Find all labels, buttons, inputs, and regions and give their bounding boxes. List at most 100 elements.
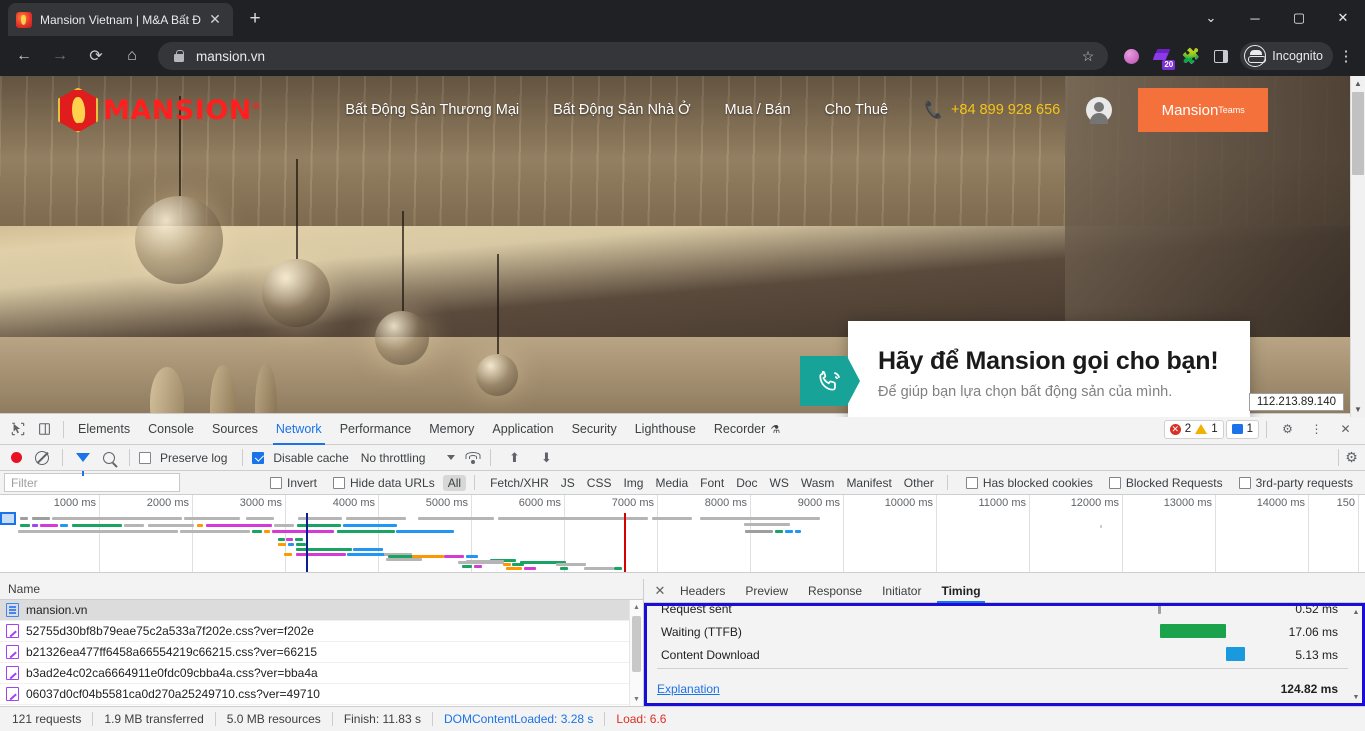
has-blocked-cookies-filter[interactable]: Has blocked cookies (965, 476, 1099, 490)
incognito-profile-button[interactable]: Incognito (1240, 42, 1333, 70)
nav-link-rent[interactable]: Cho Thuê (825, 102, 888, 118)
table-row[interactable]: 06037d0cf04b5581ca0d270a25249710.css?ver… (0, 684, 643, 705)
tab-lighthouse[interactable]: Lighthouse (626, 414, 705, 445)
new-tab-button[interactable]: + (241, 5, 269, 33)
close-window-button[interactable]: ✕ (1321, 0, 1365, 36)
side-panel-icon[interactable] (1208, 43, 1234, 69)
filter-type-fetch-xhr[interactable]: Fetch/XHR (485, 475, 554, 491)
browser-tab[interactable]: Mansion Vietnam | M&A Bất Đ ✕ (8, 3, 233, 36)
detail-tab-timing[interactable]: Timing (931, 579, 990, 603)
tab-elements[interactable]: Elements (69, 414, 139, 445)
minimize-button[interactable]: ─ (1233, 0, 1277, 36)
search-icon[interactable] (103, 451, 115, 464)
reload-icon[interactable]: ⟳ (81, 41, 111, 71)
tab-memory[interactable]: Memory (420, 414, 483, 445)
has-blocked-cookies-checkbox[interactable] (965, 476, 978, 489)
explanation-link[interactable]: Explanation (657, 682, 720, 696)
filter-type-img[interactable]: Img (618, 475, 648, 491)
requests-list[interactable]: mansion.vn 52755d30bf8b79eae75c2a533a7f2… (0, 600, 643, 706)
third-party-filter[interactable]: 3rd-party requests (1238, 476, 1359, 490)
device-toolbar-icon[interactable] (31, 416, 58, 443)
tab-performance[interactable]: Performance (331, 414, 421, 445)
scroll-down-icon[interactable]: ▼ (1350, 691, 1362, 703)
tab-network[interactable]: Network (267, 414, 331, 445)
nav-link-buy-sell[interactable]: Mua / Bán (725, 102, 791, 118)
filter-type-js[interactable]: JS (556, 475, 580, 491)
info-counter[interactable]: 1 (1225, 419, 1259, 439)
tab-console[interactable]: Console (139, 414, 203, 445)
page-scroll-thumb[interactable] (1352, 92, 1364, 175)
scroll-up-icon[interactable]: ▲ (1350, 606, 1362, 618)
scroll-up-icon[interactable]: ▲ (1351, 76, 1365, 91)
page-scrollbar[interactable]: ▲ ▼ (1350, 76, 1365, 417)
nav-link-residential[interactable]: Bất Động Sản Nhà Ở (553, 102, 690, 118)
network-conditions-icon[interactable] (465, 451, 481, 464)
third-party-checkbox[interactable] (1238, 476, 1251, 489)
throttling-select[interactable]: No throttling (361, 451, 456, 465)
table-row[interactable]: b21326ea477ff6458a66554219c66215.css?ver… (0, 642, 643, 663)
detail-tab-headers[interactable]: Headers (670, 579, 735, 603)
scroll-up-icon[interactable]: ▲ (630, 600, 643, 614)
blocked-requests-checkbox[interactable] (1108, 476, 1121, 489)
inspect-element-icon[interactable] (4, 416, 31, 443)
nav-link-commercial[interactable]: Bất Động Sản Thương Mại (345, 102, 519, 118)
devtools-more-icon[interactable]: ⋮ (1303, 416, 1330, 443)
filter-type-css[interactable]: CSS (582, 475, 617, 491)
extension-stack-icon[interactable]: 20 (1148, 43, 1176, 70)
preserve-log-checkbox[interactable] (139, 451, 151, 464)
extension-circle-icon[interactable] (1118, 43, 1144, 69)
tab-application[interactable]: Application (483, 414, 562, 445)
filter-type-other[interactable]: Other (899, 475, 939, 491)
hide-data-urls-checkbox[interactable] (333, 476, 346, 489)
disable-cache-checkbox[interactable] (252, 451, 265, 464)
table-row[interactable]: 52755d30bf8b79eae75c2a533a7f202e.css?ver… (0, 621, 643, 642)
filter-type-ws[interactable]: WS (765, 475, 794, 491)
filter-type-font[interactable]: Font (695, 475, 729, 491)
back-icon[interactable]: ← (9, 41, 39, 71)
filter-input[interactable]: Filter (4, 473, 180, 492)
home-icon[interactable]: ⌂ (117, 41, 147, 71)
timing-scrollbar[interactable]: ▲ ▼ (1350, 606, 1362, 703)
tab-security[interactable]: Security (563, 414, 626, 445)
network-overview-timeline[interactable]: 1000 ms 2000 ms 3000 ms 4000 ms 5000 ms … (0, 495, 1365, 573)
puzzle-extensions-icon[interactable]: 🧩 (1178, 43, 1204, 69)
tab-sources[interactable]: Sources (203, 414, 267, 445)
detail-close-icon[interactable]: ✕ (650, 581, 670, 601)
import-har-icon[interactable]: ⬆ (506, 450, 522, 465)
maximize-button[interactable]: ▢ (1277, 0, 1321, 36)
clear-network-icon[interactable] (35, 450, 49, 465)
blocked-requests-filter[interactable]: Blocked Requests (1108, 476, 1229, 490)
phone-link[interactable]: 📞 +84 899 928 656 (923, 100, 1060, 121)
browser-menu-icon[interactable]: ⋮ (1333, 49, 1359, 64)
record-network-icon[interactable] (11, 452, 22, 463)
bookmark-star-icon[interactable]: ☆ (1082, 48, 1095, 65)
site-logo[interactable]: MANSION® (58, 87, 261, 133)
table-row[interactable]: mansion.vn (0, 600, 643, 621)
filter-type-manifest[interactable]: Manifest (841, 475, 896, 491)
requests-scroll-thumb[interactable] (632, 616, 641, 672)
scroll-down-icon[interactable]: ▼ (630, 692, 643, 706)
mansion-teams-button[interactable]: Mansion Teams (1138, 88, 1269, 132)
tab-recorder[interactable]: Recorder ⚗ (705, 414, 789, 445)
export-har-icon[interactable]: ⬇ (538, 450, 554, 465)
filter-type-media[interactable]: Media (650, 475, 693, 491)
tab-close-icon[interactable]: ✕ (205, 10, 225, 30)
network-settings-icon[interactable]: ⚙ (1344, 449, 1359, 465)
scroll-down-icon[interactable]: ▼ (1351, 402, 1365, 417)
hide-data-urls-filter[interactable]: Hide data URLs (333, 476, 441, 490)
table-row[interactable]: b3ad2e4c02ca6664911e0fdc09cbba4a.css?ver… (0, 663, 643, 684)
detail-tab-preview[interactable]: Preview (735, 579, 798, 603)
invert-checkbox[interactable] (270, 476, 282, 489)
detail-tab-initiator[interactable]: Initiator (872, 579, 931, 603)
filter-icon[interactable] (76, 453, 90, 476)
filter-type-wasm[interactable]: Wasm (796, 475, 840, 491)
devtools-close-icon[interactable]: ✕ (1332, 416, 1359, 443)
issues-counter[interactable]: ✕ 2 1 (1163, 419, 1224, 439)
overview-selection-window[interactable] (0, 512, 16, 525)
detail-tab-response[interactable]: Response (798, 579, 872, 603)
filter-type-doc[interactable]: Doc (731, 475, 762, 491)
address-bar[interactable]: mansion.vn ☆ (158, 42, 1109, 70)
filter-type-all[interactable]: All (442, 474, 467, 491)
devtools-settings-icon[interactable]: ⚙ (1274, 416, 1301, 443)
requests-scrollbar[interactable]: ▲ ▼ (629, 600, 643, 706)
